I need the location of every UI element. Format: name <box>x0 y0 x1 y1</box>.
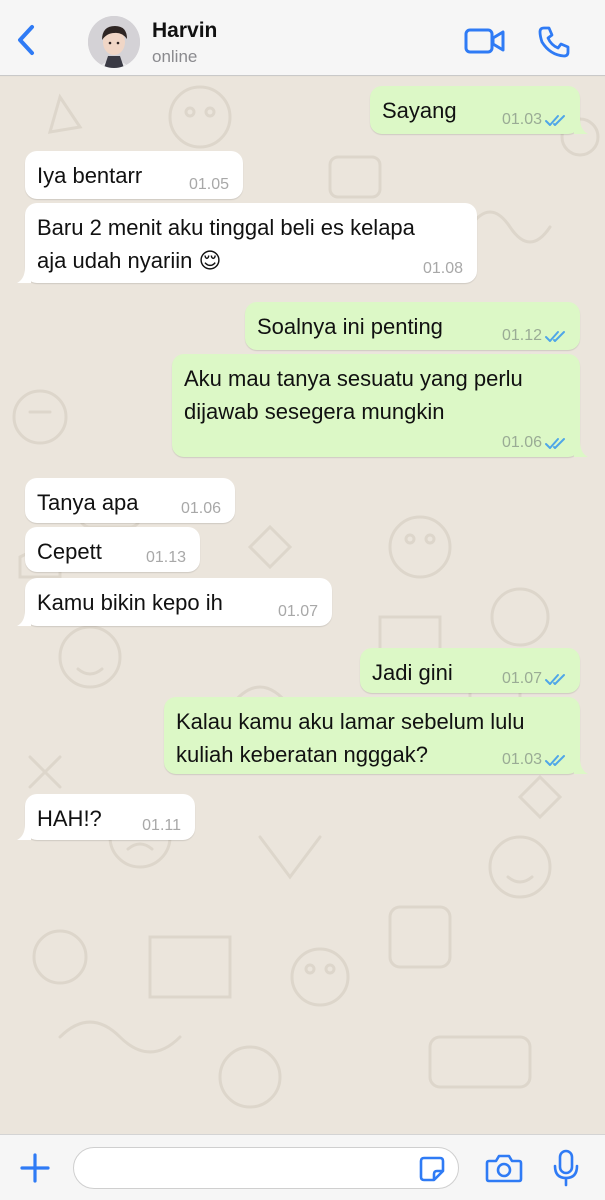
message-text: Aku mau tanya sesuatu yang perlu dijawab… <box>184 366 523 424</box>
message-time: 01.07 <box>501 670 542 687</box>
double-check-icon <box>545 438 565 449</box>
contact-status: online <box>152 47 198 66</box>
message-text: Baru 2 menit aku tinggal beli es kelapa … <box>37 215 415 273</box>
video-camera-icon <box>464 28 505 54</box>
outgoing-message[interactable]: Jadi gini 01.07 <box>360 648 580 693</box>
message-time: 01.06 <box>501 434 542 451</box>
voice-call-button[interactable] <box>536 24 572 60</box>
message-input[interactable] <box>73 1147 459 1189</box>
double-check-icon <box>545 115 565 126</box>
microphone-icon <box>553 1149 579 1187</box>
chevron-left-icon <box>18 25 34 55</box>
avatar[interactable] <box>88 16 140 68</box>
bubble-tail <box>17 610 31 626</box>
bubble-tail <box>574 441 588 457</box>
attach-button[interactable] <box>18 1151 52 1185</box>
bubble-tail <box>574 758 588 774</box>
message-time: 01.08 <box>422 260 463 277</box>
message-time: 01.03 <box>501 111 542 128</box>
outgoing-message[interactable]: Kalau kamu aku lamar sebelum lulu kuliah… <box>164 697 588 774</box>
message-time: 01.11 <box>142 817 181 834</box>
outgoing-message[interactable]: Soalnya ini penting 01.12 <box>245 302 580 350</box>
video-call-button[interactable] <box>464 26 506 56</box>
camera-button[interactable] <box>485 1153 523 1183</box>
message-list[interactable]: Sayang 01.03 Iya bentarr 01.05 Baru 2 menit … <box>0 77 605 1134</box>
avatar-photo <box>88 16 140 68</box>
incoming-message[interactable]: Tanya apa 01.06 <box>25 478 235 523</box>
message-time: 01.13 <box>145 549 186 566</box>
camera-icon <box>485 1154 523 1183</box>
incoming-message[interactable]: Cepett 01.13 <box>25 527 200 572</box>
bubble-tail <box>574 118 588 134</box>
incoming-message[interactable]: Iya bentarr 01.05 <box>25 151 243 199</box>
incoming-message[interactable]: Kamu bikin kepo ih 01.07 <box>17 578 332 626</box>
sticker-icon <box>419 1156 445 1182</box>
message-time: 01.07 <box>277 603 318 620</box>
incoming-message[interactable]: Baru 2 menit aku tinggal beli es kelapa … <box>17 203 477 283</box>
bubble-tail <box>17 267 31 283</box>
message-time: 01.12 <box>501 327 542 344</box>
incoming-message[interactable]: HAH!? 01.11 <box>17 794 195 840</box>
chat-header: Harvin online <box>0 0 605 76</box>
phone-icon <box>538 26 570 58</box>
message-time: 01.06 <box>180 500 221 517</box>
bubble-tail <box>17 824 31 840</box>
contact-name[interactable]: Harvin <box>152 19 217 43</box>
plus-icon <box>20 1153 50 1183</box>
message-time: 01.05 <box>188 176 229 193</box>
microphone-button[interactable] <box>551 1149 581 1187</box>
outgoing-message[interactable]: Aku mau tanya sesuatu yang perlu dijawab… <box>172 354 588 457</box>
double-check-icon <box>545 674 565 685</box>
back-button[interactable] <box>12 22 44 58</box>
double-check-icon <box>545 755 565 766</box>
sticker-button[interactable] <box>418 1155 446 1183</box>
double-check-icon <box>545 331 565 342</box>
composer-bar <box>0 1134 605 1200</box>
outgoing-message[interactable]: Sayang 01.03 <box>370 86 588 134</box>
message-time: 01.03 <box>501 751 542 768</box>
